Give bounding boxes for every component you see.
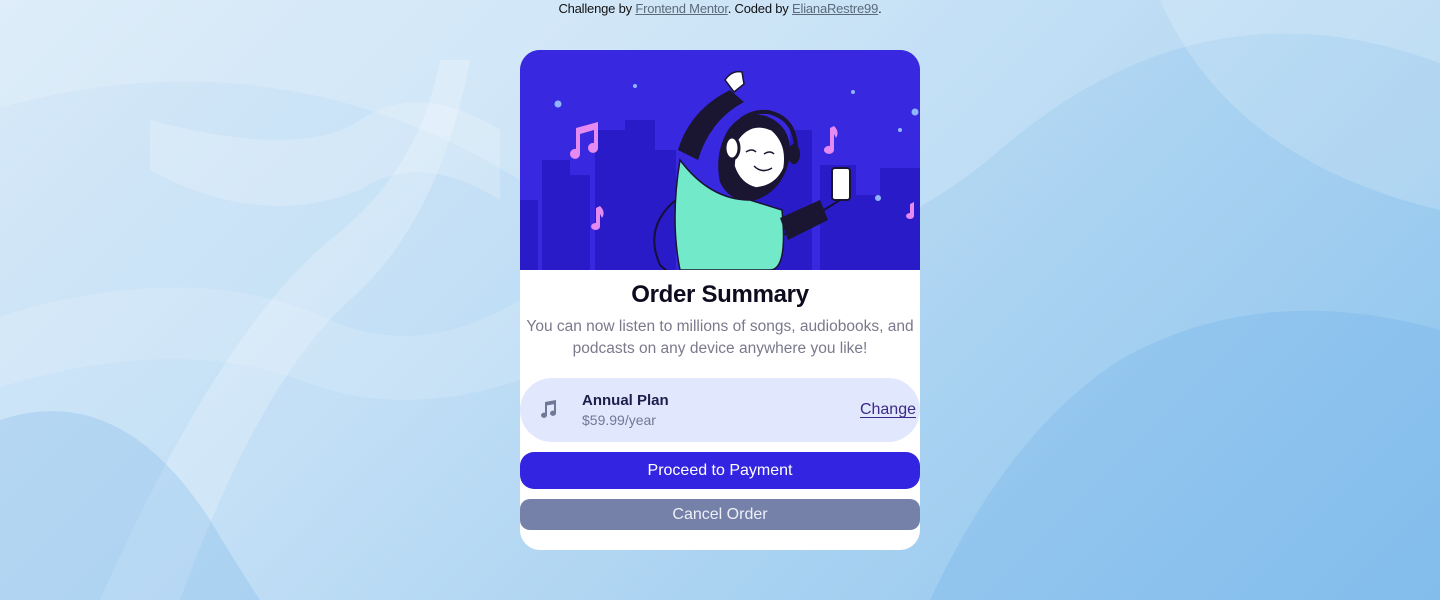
frontend-mentor-link[interactable]: Frontend Mentor [635,1,728,16]
attribution-suffix: . [878,1,882,16]
proceed-to-payment-button[interactable]: Proceed to Payment [520,452,920,489]
attribution-prefix: Challenge by [558,1,636,16]
attribution: Challenge by Frontend Mentor. Coded by E… [0,0,1440,18]
order-summary-description: You can now listen to millions of songs,… [526,318,914,357]
plan-name: Annual Plan [582,392,669,409]
change-plan-link[interactable]: Change [860,401,916,419]
attribution-middle: . Coded by [727,1,793,16]
order-summary-title: Order Summary [631,281,809,308]
plan-summary: Annual Plan $59.99/year Change [520,378,920,442]
cancel-order-button[interactable]: Cancel Order [520,499,920,530]
music-note-icon [538,398,560,420]
plan-price: $59.99/year [582,412,656,428]
order-summary-card: Order Summary You can now listen to mill… [520,50,920,550]
author-link[interactable]: ElianaRestre99 [792,1,878,16]
hero-illustration [520,50,920,270]
